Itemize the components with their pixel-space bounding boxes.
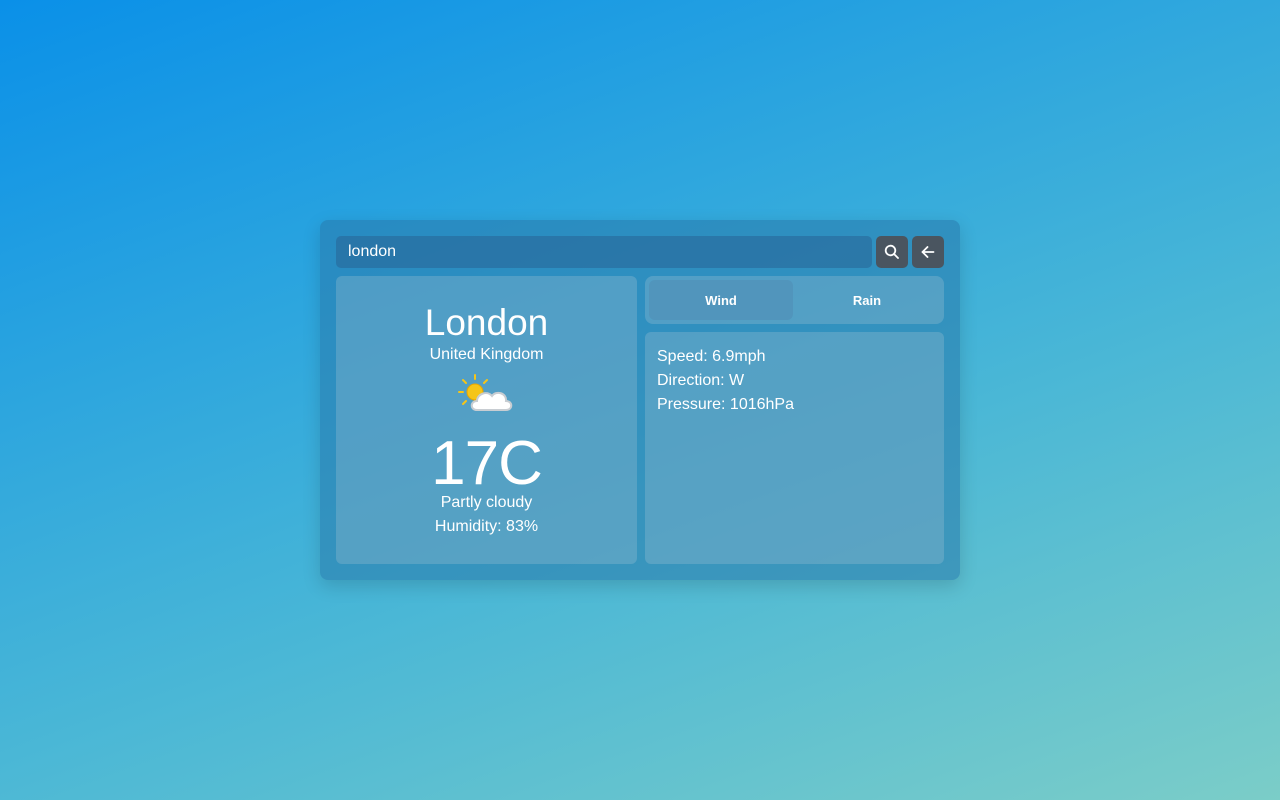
search-icon	[884, 244, 899, 259]
country-name: United Kingdom	[429, 346, 544, 363]
tab-wind[interactable]: Wind	[649, 280, 793, 320]
weather-card: London United Kingdom 17C Partly cloudy …	[320, 220, 960, 580]
humidity-text: Humidity: 83%	[434, 518, 539, 535]
condition-text: Partly cloudy	[440, 494, 533, 511]
wind-details-panel: Speed: 6.9mph Direction: W Pressure: 101…	[645, 332, 944, 564]
search-button[interactable]	[876, 236, 908, 268]
wind-speed: Speed: 6.9mph	[657, 348, 766, 365]
city-name: London	[424, 302, 549, 343]
search-bar	[336, 236, 944, 268]
search-input[interactable]	[336, 236, 872, 268]
back-button[interactable]	[912, 236, 944, 268]
wind-direction: Direction: W	[657, 372, 745, 389]
detail-tabs: Wind Rain	[645, 276, 944, 324]
tab-rain[interactable]: Rain	[795, 280, 939, 320]
arrow-left-icon	[921, 246, 935, 258]
temperature: 17C	[431, 429, 543, 498]
current-weather-panel: London United Kingdom 17C Partly cloudy …	[336, 276, 637, 564]
pressure: Pressure: 1016hPa	[657, 396, 794, 413]
partly-cloudy-icon	[458, 374, 513, 411]
